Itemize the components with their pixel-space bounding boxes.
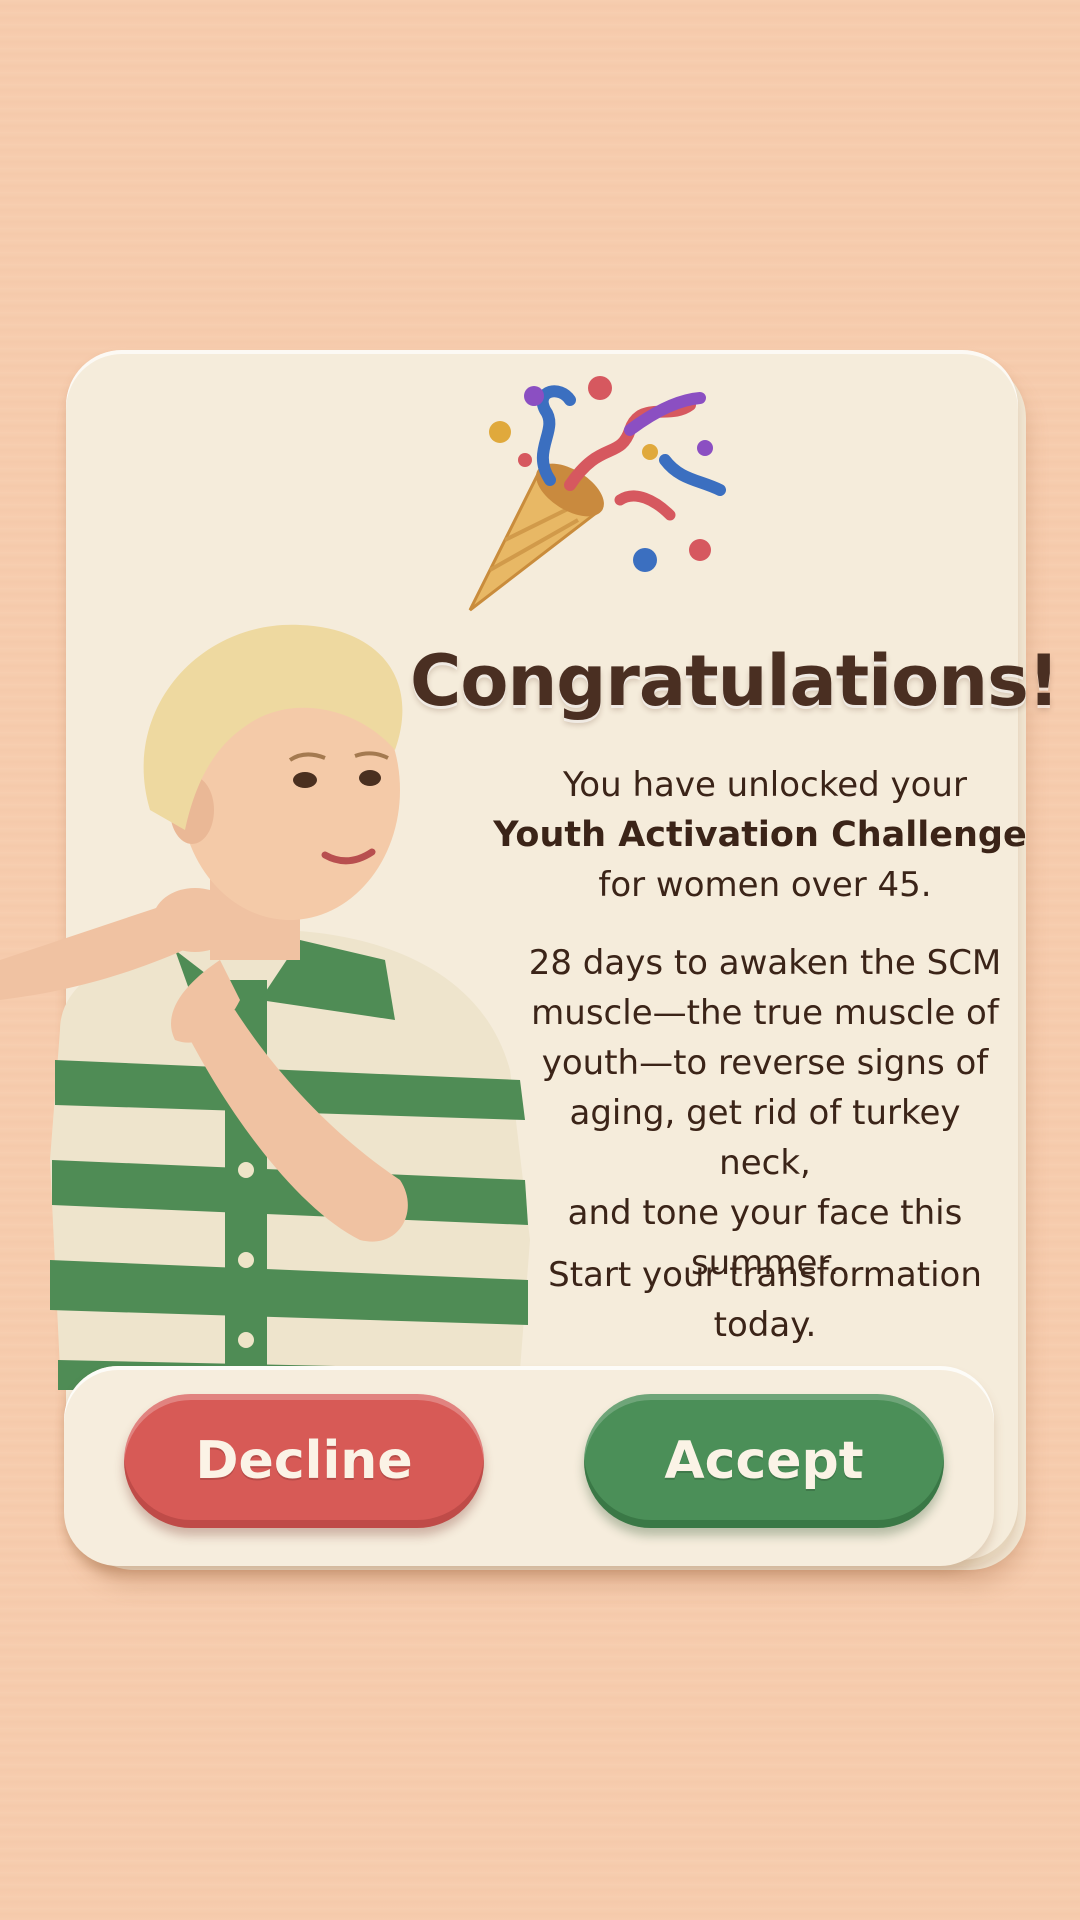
challenge-name: Youth Activation Challenge bbox=[493, 815, 1027, 855]
body-line: and tone your face this bbox=[567, 1193, 963, 1233]
intro-text: You have unlocked your Youth Activation … bbox=[493, 760, 1030, 910]
description-text: 28 days to awaken the SCM muscle—the tru… bbox=[520, 938, 1010, 1288]
body-line: aging, get rid of turkey neck, bbox=[569, 1093, 961, 1183]
intro-line: for women over 45. bbox=[598, 865, 932, 905]
body-line: muscle—the true muscle of bbox=[531, 993, 999, 1033]
body-line: 28 days to awaken the SCM bbox=[528, 943, 1002, 983]
accept-button[interactable]: Accept bbox=[584, 1394, 944, 1528]
decline-button[interactable]: Decline bbox=[124, 1394, 484, 1528]
cta-line: Start your transformation bbox=[548, 1255, 982, 1295]
cta-text: Start your transformation today. bbox=[540, 1250, 990, 1350]
body-line: youth—to reverse signs of bbox=[541, 1043, 989, 1083]
intro-line: You have unlocked your bbox=[563, 765, 967, 805]
party-popper-icon bbox=[468, 376, 726, 612]
dialog-headline: Congratulations! bbox=[410, 640, 1060, 722]
cta-line: today. bbox=[713, 1305, 817, 1345]
